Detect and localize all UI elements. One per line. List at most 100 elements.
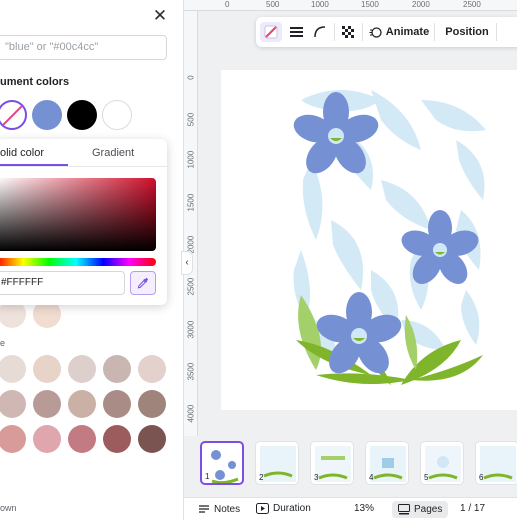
palette-label: e xyxy=(0,338,6,348)
saturation-area[interactable] xyxy=(0,178,156,251)
ruler-tick: 3000 xyxy=(186,320,196,339)
toolbar-divider xyxy=(334,23,335,41)
thumbnail-page-1[interactable]: 1 xyxy=(200,441,244,485)
animate-label: Animate xyxy=(385,26,430,38)
status-bar: Notes Duration 13% Pages 1 / 17 xyxy=(184,497,517,520)
swatch-blue[interactable] xyxy=(32,100,62,130)
horizontal-ruler: 0 500 1000 1500 2000 2500 xyxy=(184,0,517,11)
palette-swatch[interactable] xyxy=(138,355,166,383)
palette-swatch[interactable] xyxy=(103,355,131,383)
palette-swatch[interactable] xyxy=(33,425,61,453)
palette-swatch[interactable] xyxy=(68,390,96,418)
ruler-tick: 1000 xyxy=(311,0,329,9)
position-label: Position xyxy=(445,26,489,38)
tab-solid-color[interactable]: olid color xyxy=(0,147,44,159)
thumbnail-page-2[interactable]: 2 xyxy=(255,441,299,485)
checkerboard-icon xyxy=(342,26,354,38)
eyedropper-button[interactable] xyxy=(130,271,156,295)
ruler-tick: 1000 xyxy=(186,150,196,169)
ruler-tick: 4000 xyxy=(186,404,196,423)
ruler-tick: 0 xyxy=(225,0,230,9)
hue-slider[interactable] xyxy=(0,258,156,266)
zoom-level[interactable]: 13% xyxy=(354,503,374,514)
palette-swatch[interactable] xyxy=(33,390,61,418)
palette-swatch[interactable] xyxy=(138,390,166,418)
ruler-tick: 1500 xyxy=(361,0,379,9)
page-count: 1 / 17 xyxy=(460,503,486,514)
notes-button[interactable]: Notes xyxy=(198,503,240,515)
thumbnail-number: 3 xyxy=(314,473,319,482)
palette-swatch[interactable] xyxy=(68,355,96,383)
pages-icon xyxy=(398,504,410,515)
design-page[interactable] xyxy=(221,70,517,410)
swatch-no-color[interactable] xyxy=(0,100,27,130)
palette-swatch[interactable] xyxy=(68,425,96,453)
color-picker-popup: olid color Gradient #FFFFFF xyxy=(0,139,167,305)
color-button[interactable] xyxy=(260,22,282,42)
palette-swatch[interactable] xyxy=(103,425,131,453)
ruler-tick: 500 xyxy=(186,112,196,127)
duration-button[interactable]: Duration xyxy=(256,503,311,514)
color-slash-icon xyxy=(264,25,278,39)
thumbnail-page-5[interactable]: 5 xyxy=(420,441,464,485)
pages-label: Pages xyxy=(414,504,443,515)
ruler-tick: 500 xyxy=(266,0,280,9)
transparency-button[interactable] xyxy=(338,22,358,42)
collapse-panel-button[interactable]: ‹ xyxy=(181,251,193,275)
swatch-white[interactable] xyxy=(102,100,132,130)
color-search-input[interactable] xyxy=(5,41,156,53)
thumbnail-number: 2 xyxy=(259,473,264,482)
toolbar-divider xyxy=(434,23,435,41)
duration-label: Duration xyxy=(273,503,311,514)
thumbnail-page-4[interactable]: 4 xyxy=(365,441,409,485)
ruler-tick: 2500 xyxy=(463,0,481,9)
ruler-tick: 1500 xyxy=(186,193,196,212)
thumbnail-number: 1 xyxy=(205,472,210,481)
toolbar-divider xyxy=(496,23,497,41)
border-lines-icon xyxy=(289,27,303,37)
editor-workspace: 0 500 1000 1500 2000 2500 0 500 1000 150… xyxy=(184,0,517,520)
floral-artwork[interactable] xyxy=(221,70,517,410)
ruler-tick: 0 xyxy=(186,75,196,80)
vertical-ruler: 0 500 1000 1500 2000 2500 3000 3500 4000 xyxy=(184,11,198,436)
corner-curve-icon xyxy=(314,26,326,38)
palette-label: own xyxy=(0,503,17,513)
corner-rounding-button[interactable] xyxy=(310,22,330,42)
hex-input[interactable]: #FFFFFF xyxy=(0,271,125,295)
position-button[interactable]: Position xyxy=(442,22,492,42)
eyedropper-icon xyxy=(137,277,149,289)
ruler-tick: 2000 xyxy=(412,0,430,9)
thumbnail-page-6[interactable]: 6 xyxy=(475,441,517,485)
thumbnail-number: 5 xyxy=(424,473,429,482)
close-icon[interactable]: ✕ xyxy=(150,6,170,26)
play-icon xyxy=(256,503,269,514)
palette-swatch[interactable] xyxy=(33,355,61,383)
palette-swatch[interactable] xyxy=(0,390,26,418)
thumbnail-number: 4 xyxy=(369,473,374,482)
palette-swatch[interactable] xyxy=(138,425,166,453)
toolbar-divider xyxy=(362,23,363,41)
element-toolbar: Animate Position xyxy=(256,17,517,47)
ruler-tick: 2000 xyxy=(186,235,196,254)
palette-swatch[interactable] xyxy=(103,390,131,418)
thumbnail-page-3[interactable]: 3 xyxy=(310,441,354,485)
border-style-button[interactable] xyxy=(286,22,306,42)
tab-divider xyxy=(0,166,167,167)
palette-swatch[interactable] xyxy=(0,425,26,453)
palette-swatch[interactable] xyxy=(0,355,26,383)
active-tab-indicator xyxy=(0,164,68,166)
document-colors-label: ument colors xyxy=(0,76,70,88)
swatch-black[interactable] xyxy=(67,100,97,130)
notes-label: Notes xyxy=(214,503,241,515)
ruler-tick: 2500 xyxy=(186,277,196,296)
color-panel: ✕ ument colors e own olid color xyxy=(0,0,183,520)
page-thumbnails: 1 2 3 4 5 6 xyxy=(184,436,517,490)
animate-button[interactable]: Animate xyxy=(368,22,430,42)
tab-gradient[interactable]: Gradient xyxy=(92,147,134,159)
ruler-tick: 3500 xyxy=(186,362,196,381)
color-search-field[interactable] xyxy=(0,35,167,60)
chevron-left-icon: ‹ xyxy=(185,257,189,268)
pages-button[interactable]: Pages xyxy=(392,501,449,518)
notes-icon xyxy=(199,505,209,513)
thumbnail-number: 6 xyxy=(479,473,484,482)
